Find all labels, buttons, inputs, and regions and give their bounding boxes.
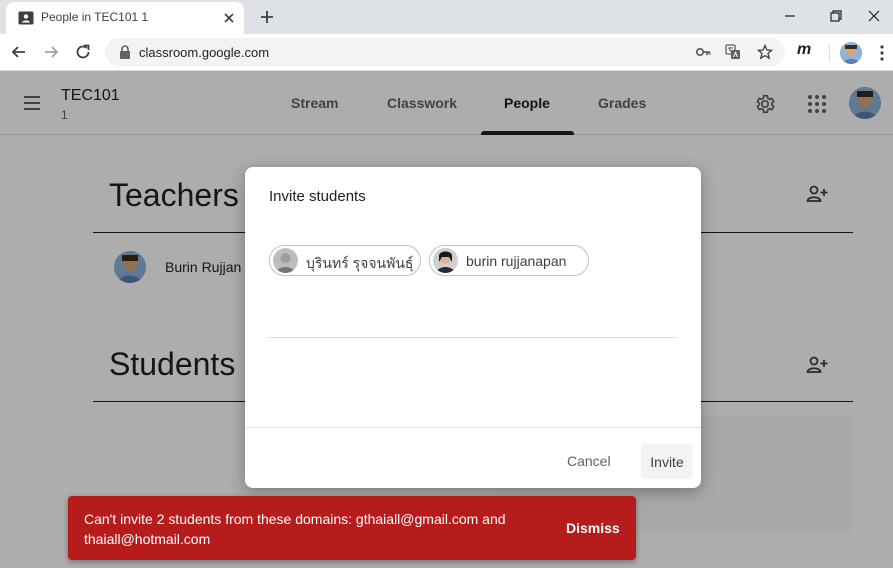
profile-photo-icon [840,42,862,64]
browser-toolbar: classroom.google.com [0,34,893,71]
error-snackbar: Can't invite 2 students from these domai… [68,496,636,560]
browser-tab-title: People in TEC101 1 [41,10,149,24]
dismiss-button[interactable]: Dismiss [566,520,620,536]
reload-icon[interactable] [73,42,93,62]
browser-profile-avatar[interactable] [840,42,862,64]
forward-arrow-icon[interactable] [41,42,61,62]
close-window-icon[interactable] [864,6,884,26]
invite-button[interactable]: Invite [641,444,693,479]
chip-photo-icon [433,248,458,273]
dialog-footer-divider [245,427,701,428]
translate-icon[interactable] [725,44,741,60]
invite-input-underline[interactable] [269,337,677,338]
student-chip-1[interactable]: บุรินทร์ รุจจนพันธุ์ [269,245,421,276]
minimize-icon[interactable] [780,6,800,26]
dialog-title: Invite students [269,188,366,205]
invite-students-dialog: Invite students บุรินทร์ รุจจนพันธุ์ bur… [245,167,701,488]
toolbar-divider [829,44,830,62]
close-tab-icon[interactable] [222,11,236,25]
extension-m-icon[interactable]: m [797,41,811,59]
restore-icon[interactable] [826,6,846,26]
cancel-button[interactable]: Cancel [567,453,611,469]
chip-avatar-1 [273,248,298,273]
student-chip-2[interactable]: burin rujjanapan [429,245,589,276]
chip-photo-icon [273,248,298,273]
lock-icon[interactable] [119,45,131,59]
url-text[interactable]: classroom.google.com [139,45,269,60]
address-bar[interactable]: classroom.google.com [105,38,785,66]
browser-tabstrip: People in TEC101 1 [0,0,893,34]
back-arrow-icon[interactable] [9,42,29,62]
chip-label-1: บุรินทร์ รุจจนพันธุ์ [306,255,414,271]
new-tab-icon[interactable] [258,8,276,26]
chip-label-2: burin rujjanapan [466,253,567,269]
snackbar-message: Can't invite 2 students from these domai… [84,511,506,547]
classroom-favicon-icon [18,11,34,25]
browser-menu-icon[interactable] [876,44,888,62]
chip-avatar-2 [433,248,458,273]
browser-tab[interactable]: People in TEC101 1 [6,2,244,34]
bookmark-star-icon[interactable] [757,44,773,60]
key-icon[interactable] [695,44,711,60]
